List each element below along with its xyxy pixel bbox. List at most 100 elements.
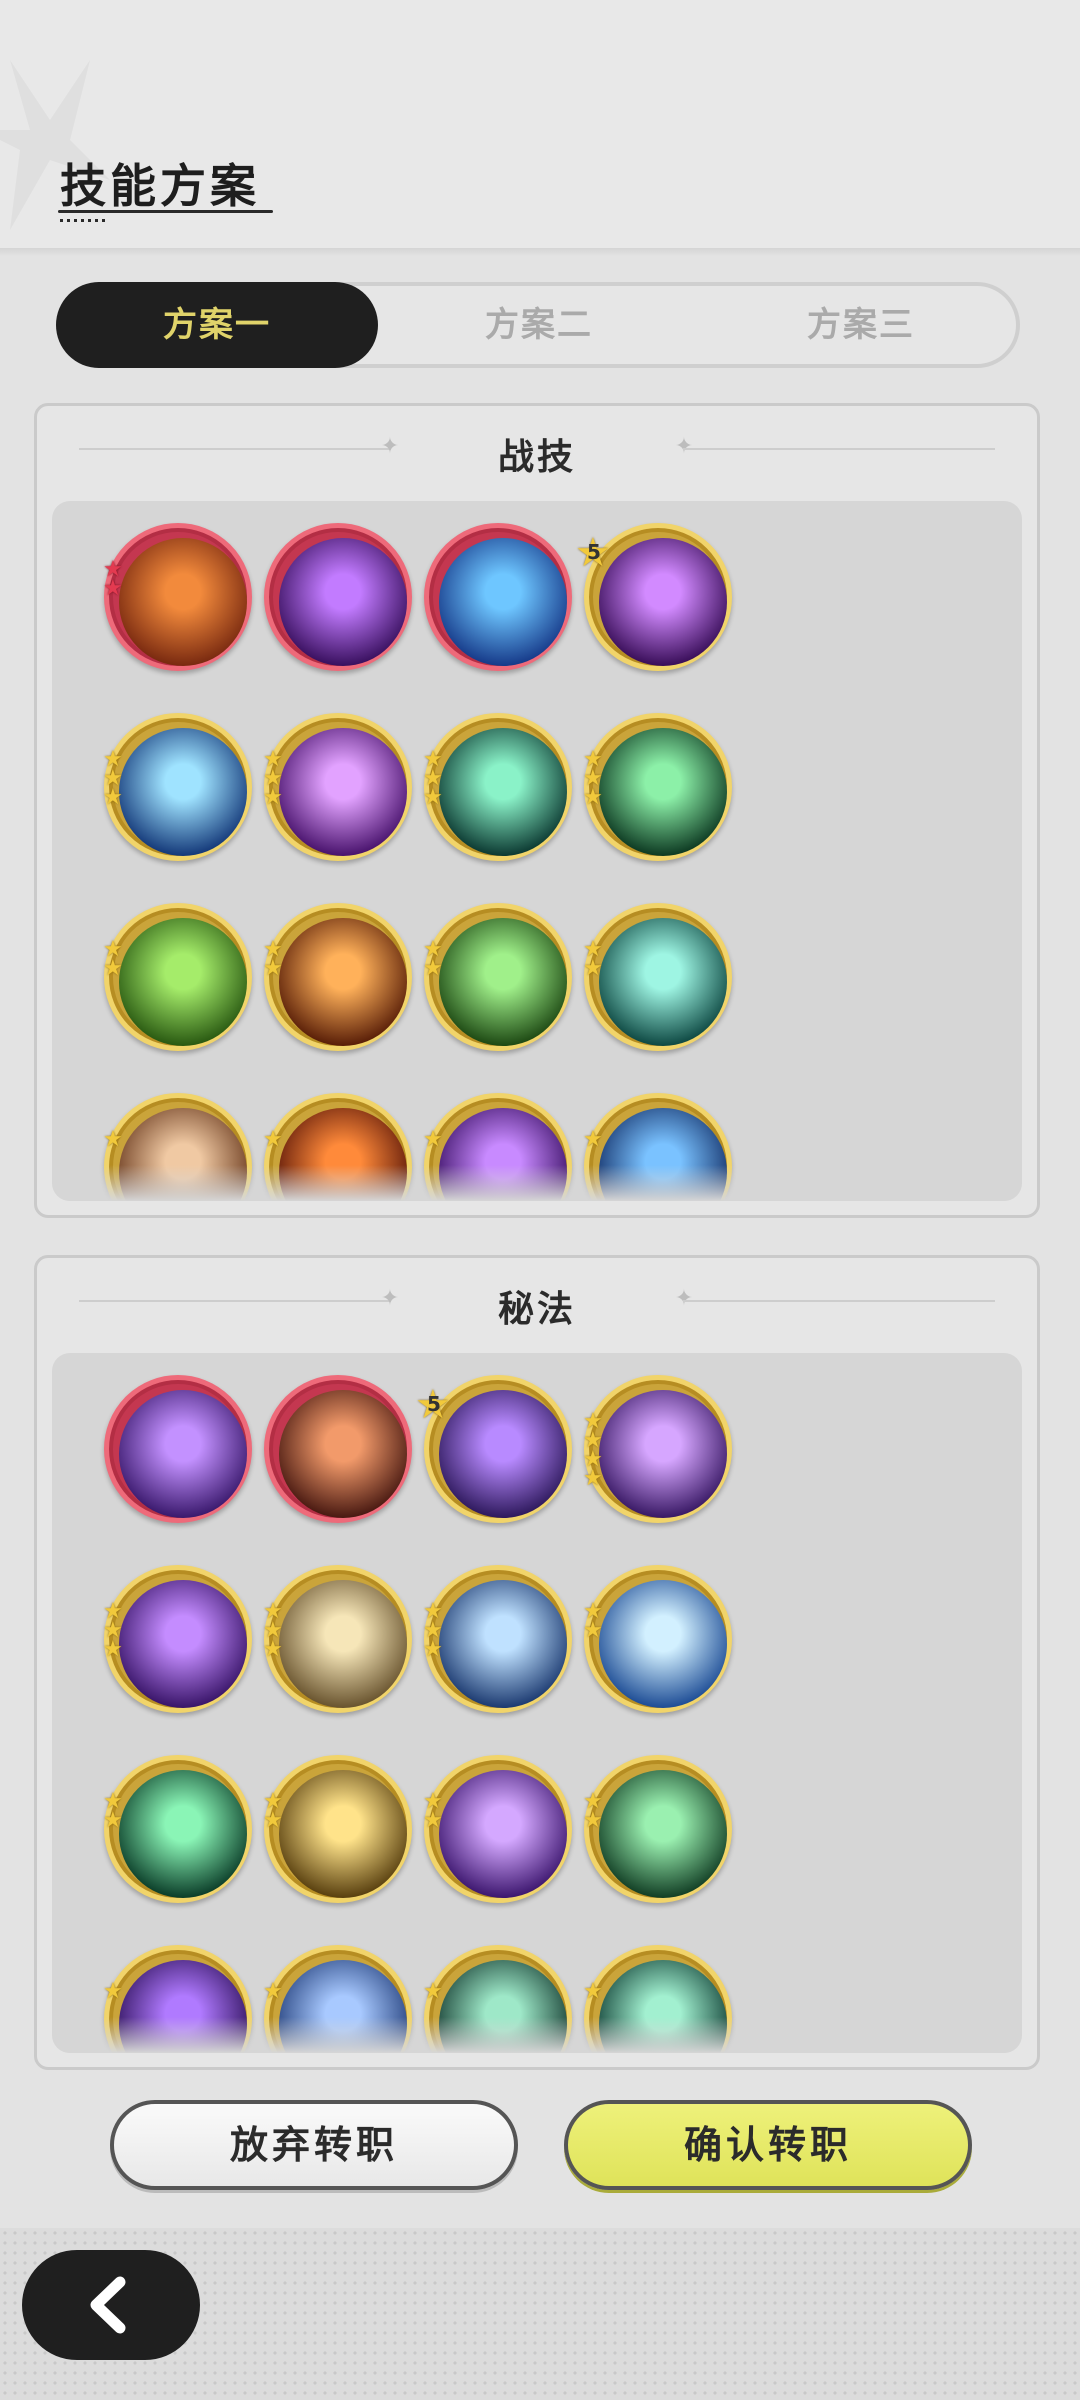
star-rating: ★ ★ ★ (103, 1601, 127, 1662)
skill-art (599, 538, 727, 666)
healing-cross-icon[interactable]: ★ ★ ★ (583, 713, 732, 861)
plan-tabs: 方案一 方案二 方案三 (56, 282, 1020, 368)
star-rating: ★ ★ (263, 939, 287, 981)
star-icon: ★ (263, 785, 283, 810)
skill-art (119, 1390, 247, 1518)
shadow-hand-icon[interactable]: ★ 5 (575, 523, 732, 671)
star-rating: ★ ★ (583, 1791, 607, 1833)
star-rating: ★ ★ (103, 559, 127, 601)
skill-art (119, 918, 247, 1046)
ice-shatter-icon[interactable]: ★ ★ ★ (103, 713, 252, 861)
star-icon: ★ (423, 1637, 443, 1662)
holy-ascension-icon[interactable]: ★ ★ ★ (263, 1565, 412, 1713)
star-rating: ★ ★ (583, 1601, 607, 1643)
star-icon: ★ (423, 1808, 443, 1833)
abandon-class-change-button[interactable]: 放弃转职 (110, 2100, 518, 2190)
title-dots (60, 219, 108, 222)
green-flame-icon[interactable]: ★ ★ (423, 903, 572, 1051)
skill-art (439, 538, 567, 666)
star-rating: ★ ★ ★ (583, 749, 607, 810)
star-icon: ★ (263, 1808, 283, 1833)
tab-plan-1[interactable]: 方案一 (56, 282, 378, 368)
star-icon: ★ (583, 1979, 603, 2004)
skill-art (599, 1390, 727, 1518)
star-icon: ★ (103, 1127, 123, 1152)
star-icon: ★ (583, 1618, 603, 1643)
star-icon: ★ (103, 1979, 123, 2004)
water-golem-icon[interactable] (424, 523, 572, 671)
tab-plan-2[interactable]: 方案二 (378, 282, 700, 368)
cyclone-icon[interactable]: ★ ★ (583, 903, 732, 1051)
back-button[interactable] (22, 2250, 200, 2360)
star-rating: ★ ★ ★ (423, 749, 447, 810)
wind-slash-icon[interactable]: ★ ★ ★ (423, 713, 572, 861)
star-icon: ★ (103, 1637, 123, 1662)
arcane-skill-grid[interactable]: ★ 5 ★ ★ ★ ★ ★ ★ ★ ★ ★ ★ ★ ★ ★ ★ ★ ★ ★ ★ ★ ★ ★ ★ ★ ★ ★ ★ ★ (52, 1353, 1022, 2053)
star-spark-icon[interactable]: ★ ★ ★ (423, 1565, 572, 1713)
star-icon: ★ (103, 1808, 123, 1833)
skill-art (119, 1580, 247, 1708)
star-rating: ★ ★ (423, 939, 447, 980)
star-icon: ★ (583, 1127, 603, 1152)
skill-art (119, 538, 247, 666)
star-rating: ★ (263, 1129, 287, 1151)
confirm-class-change-button[interactable]: 确认转职 (564, 2100, 972, 2190)
skill-art (279, 728, 407, 856)
arcane-skills-panel: ✦ 秘法 ✦ ★ 5 ★ ★ ★ ★ ★ ★ ★ ★ ★ ★ ★ ★ ★ ★ ★ ★ ★ ★ ★ ★ ★ ★ ★ ★ ★ ★ ★ (34, 1255, 1040, 2070)
skill-art (279, 1580, 407, 1708)
skill-art (599, 1770, 727, 1898)
heart-heal-icon[interactable]: ★ ★ (103, 1755, 252, 1903)
skill-art (279, 1770, 407, 1898)
ice-crystal-icon[interactable]: ★ ★ (583, 1565, 732, 1713)
star-rating: ★ ★ ★ ★ (583, 1411, 607, 1490)
rock-crystal-icon[interactable] (264, 1375, 412, 1523)
arcane-explosion-icon[interactable]: ★ ★ ★ (263, 713, 412, 861)
skill-art (279, 918, 407, 1046)
skill-art (599, 1580, 727, 1708)
tab-plan-3[interactable]: 方案三 (700, 282, 1022, 368)
star-icon: ★ (263, 1637, 283, 1662)
section-title-arcane: 秘法 (497, 1289, 576, 1330)
star-icon: ★ (263, 956, 283, 981)
star-icon: ★ (583, 1808, 603, 1833)
heart-aura-icon[interactable]: ★ ★ ★ ★ (583, 1375, 732, 1523)
header-divider (0, 248, 1080, 256)
star-rating: ★ ★ ★ (263, 1601, 287, 1662)
star-icon: ★ (423, 1127, 443, 1152)
arcane-sigil-icon[interactable]: ★ ★ (423, 1755, 572, 1903)
star-icon: ★ (423, 785, 443, 810)
nature-blessing-icon[interactable]: ★ ★ (583, 1755, 732, 1903)
tree-stump-icon[interactable]: ★ ★ (103, 903, 252, 1051)
title-underline (58, 210, 273, 213)
violet-fist-icon[interactable]: ★ ★ ★ (103, 1565, 252, 1713)
skill-art (439, 1580, 567, 1708)
star-rating: ★ (103, 1979, 127, 2004)
skill-art (279, 538, 407, 666)
star-level-badge: ★ 5 (415, 1382, 451, 1428)
third-eye-icon[interactable] (104, 1375, 252, 1523)
skill-art (119, 1770, 247, 1898)
star-rating: ★ ★ ★ (423, 1601, 447, 1662)
star-icon: ★ (103, 956, 123, 981)
star-rating: ★ (423, 1127, 447, 1152)
skill-art (439, 1770, 567, 1898)
fire-vortex-icon[interactable]: ★ ★ (263, 903, 412, 1051)
star-icon: ★ (103, 576, 123, 601)
combat-skills-panel: ✦ 战技 ✦ ★ ★ ★ 5 ★ ★ ★ ★ ★ ★ ★ ★ ★ ★ ★ ★ ★ ★ ★ ★ ★ ★ ★ ★ ★ ★ ★ ★ (34, 403, 1040, 1218)
sparkle-icon: ✦ (674, 434, 694, 459)
sparkle-icon: ✦ (674, 1286, 694, 1311)
star-rating: ★ (583, 1127, 607, 1152)
void-star-burst-icon[interactable] (264, 523, 412, 671)
star-icon: ★ (583, 785, 603, 810)
scroll-fade (52, 1165, 1022, 1201)
star-rating: ★ ★ ★ (103, 749, 127, 809)
skill-art (439, 1390, 567, 1518)
combat-skill-grid[interactable]: ★ ★ ★ 5 ★ ★ ★ ★ ★ ★ ★ ★ ★ ★ ★ ★ ★ ★ ★ ★ ★ ★ ★ ★ ★ ★ ★ ★ (52, 501, 1022, 1201)
golden-strike-icon[interactable]: ★ ★ (263, 1755, 412, 1903)
star-icon: ★ (263, 1979, 283, 2004)
star-icon: ★ (583, 956, 603, 981)
earth-golem-shield-icon[interactable]: ★ ★ (103, 523, 252, 671)
ascend-figure-icon[interactable]: ★ 5 (415, 1375, 572, 1523)
skill-art (439, 918, 567, 1046)
divider-line (683, 1300, 995, 1302)
